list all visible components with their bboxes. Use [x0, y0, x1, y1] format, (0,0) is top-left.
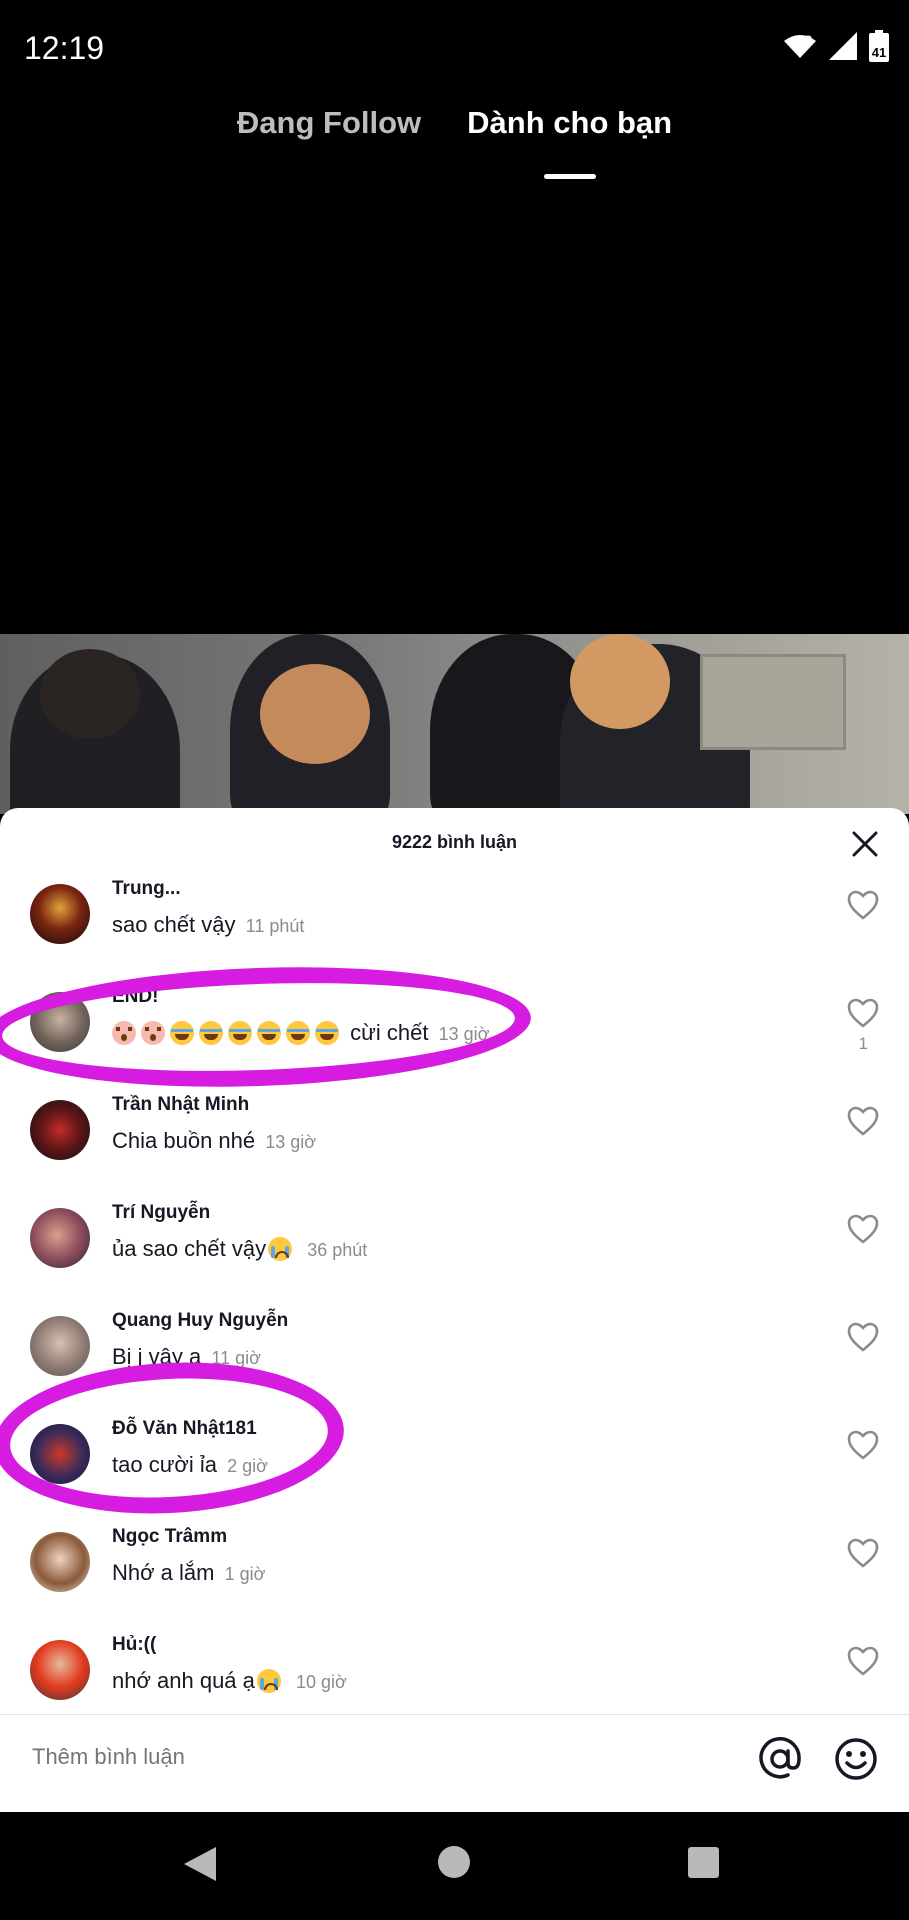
comments-count-title: 9222 bình luận	[391, 832, 518, 852]
avatar[interactable]	[30, 884, 90, 944]
comment-input[interactable]	[30, 1743, 634, 1771]
comment-time: 11 giờ	[211, 1348, 261, 1368]
avatar[interactable]	[30, 1532, 90, 1592]
signal-icon	[829, 32, 857, 60]
avatar[interactable]	[30, 1640, 90, 1700]
like-count: 1	[858, 1034, 868, 1053]
network-type-label: 4G	[794, 32, 813, 48]
heart-outline-icon[interactable]	[847, 1430, 879, 1460]
tears-of-joy-emoji-icon	[170, 1021, 194, 1045]
comment-text: Bị j vậy ạ 11 giờ	[112, 1344, 261, 1370]
tears-of-joy-emoji-icon	[315, 1021, 339, 1045]
video-figure	[260, 664, 370, 764]
comment-body: Bị j vậy ạ	[112, 1344, 202, 1369]
comment-item: Trần Nhật Minh Chia buồn nhé 13 giờ	[0, 1092, 909, 1200]
heart-outline-icon[interactable]	[847, 998, 879, 1028]
back-triangle-icon[interactable]	[182, 1845, 218, 1883]
comment-text: ủa sao chết vậy 36 phút	[112, 1236, 367, 1262]
comment-input-bar	[0, 1715, 909, 1812]
tears-of-joy-emoji-icon	[199, 1021, 223, 1045]
comment-text: cừi chết 13 giờ	[112, 1020, 489, 1046]
tab-for-you[interactable]: Dành cho bạn	[467, 105, 672, 141]
comment-time: 13 giờ	[438, 1024, 490, 1044]
comment-time: 10 giờ	[296, 1672, 347, 1692]
astonished-emoji-icon	[141, 1021, 165, 1045]
battery-level: 41	[871, 45, 887, 60]
avatar[interactable]	[30, 1208, 90, 1268]
recents-square-icon[interactable]	[688, 1847, 719, 1878]
comment-body: tao cười ỉa	[112, 1452, 217, 1477]
feed-tabs: Đang Follow Dành cho bạn	[0, 105, 909, 141]
crying-emoji-icon	[268, 1237, 293, 1261]
smiley-icon[interactable]	[834, 1737, 878, 1781]
comment-author[interactable]: Đỗ Văn Nhật181	[112, 1418, 257, 1440]
status-time: 12:19	[24, 30, 105, 66]
comment-author[interactable]: Trí Nguyễn	[112, 1202, 210, 1224]
comment-item: Trung... sao chết vậy 11 phút	[0, 876, 909, 984]
comment-item: Trí Nguyễn ủa sao chết vậy 36 phút	[0, 1200, 909, 1308]
avatar[interactable]	[30, 992, 90, 1052]
heart-outline-icon[interactable]	[847, 1106, 879, 1136]
heart-outline-icon[interactable]	[847, 1214, 879, 1244]
comment-time: 13 giờ	[265, 1132, 317, 1152]
comment-body: ủa sao chết vậy	[112, 1236, 267, 1261]
heart-outline-icon[interactable]	[847, 1538, 879, 1568]
comment-text: Chia buồn nhé 13 giờ	[112, 1128, 316, 1154]
tears-of-joy-emoji-icon	[257, 1021, 281, 1045]
video-wall-panel	[700, 654, 846, 750]
battery-icon: 41	[869, 30, 889, 62]
comment-item: Quang Huy Nguyễn Bị j vậy ạ 11 giờ	[0, 1308, 909, 1416]
avatar[interactable]	[30, 1424, 90, 1484]
comment-time: 2 giờ	[227, 1456, 268, 1476]
comment-author[interactable]: Quang Huy Nguyễn	[112, 1310, 288, 1332]
comment-item: END! cừi chết 13 giờ 1	[0, 984, 909, 1092]
video-figure	[570, 634, 670, 729]
comment-item: Ngọc Trâmm Nhớ a lắm 1 giờ	[0, 1524, 909, 1632]
video-figure	[40, 649, 140, 739]
at-icon[interactable]	[758, 1737, 802, 1781]
comment-text: Nhớ a lắm 1 giờ	[112, 1560, 265, 1586]
astonished-emoji-icon	[112, 1021, 136, 1045]
avatar[interactable]	[30, 1316, 90, 1376]
comment-body: nhớ anh quá ạ	[112, 1668, 255, 1693]
status-bar: 12:19 4G 41	[0, 0, 909, 100]
heart-outline-icon[interactable]	[847, 1322, 879, 1352]
avatar[interactable]	[30, 1100, 90, 1160]
home-circle-icon[interactable]	[438, 1846, 470, 1878]
comment-text: nhớ anh quá ạ 10 giờ	[112, 1668, 347, 1694]
comments-sheet: 9222 bình luận Trung... sao chết vậy 11 …	[0, 808, 909, 1812]
comment-author[interactable]: Trung...	[112, 878, 181, 900]
comment-time: 11 phút	[245, 916, 305, 936]
heart-outline-icon[interactable]	[847, 890, 879, 920]
comment-time: 36 phút	[307, 1240, 368, 1260]
comment-text: sao chết vậy 11 phút	[112, 912, 304, 938]
comment-body: sao chết vậy	[112, 912, 236, 937]
tears-of-joy-emoji-icon	[286, 1021, 310, 1045]
comment-author[interactable]: Hủ:((	[112, 1634, 156, 1656]
comment-body: Chia buồn nhé	[112, 1128, 256, 1153]
comment-author[interactable]: Ngọc Trâmm	[112, 1526, 227, 1548]
comment-time: 1 giờ	[224, 1564, 266, 1584]
tab-following[interactable]: Đang Follow	[237, 105, 421, 141]
comment-author[interactable]: Trần Nhật Minh	[112, 1094, 249, 1116]
tears-of-joy-emoji-icon	[228, 1021, 252, 1045]
comment-item: Đỗ Văn Nhật181 tao cười ỉa 2 giờ	[0, 1416, 909, 1524]
crying-emoji-icon	[256, 1669, 281, 1693]
heart-outline-icon[interactable]	[847, 1646, 879, 1676]
close-icon[interactable]	[851, 830, 879, 858]
video-player[interactable]	[0, 634, 909, 814]
comment-text: tao cười ỉa 2 giờ	[112, 1452, 268, 1478]
comment-author[interactable]: END!	[112, 986, 158, 1008]
system-nav-bar	[0, 1812, 909, 1920]
comment-body: cừi chết	[350, 1020, 429, 1045]
comment-body: Nhớ a lắm	[112, 1560, 215, 1585]
status-icons: 4G 41	[783, 30, 889, 62]
